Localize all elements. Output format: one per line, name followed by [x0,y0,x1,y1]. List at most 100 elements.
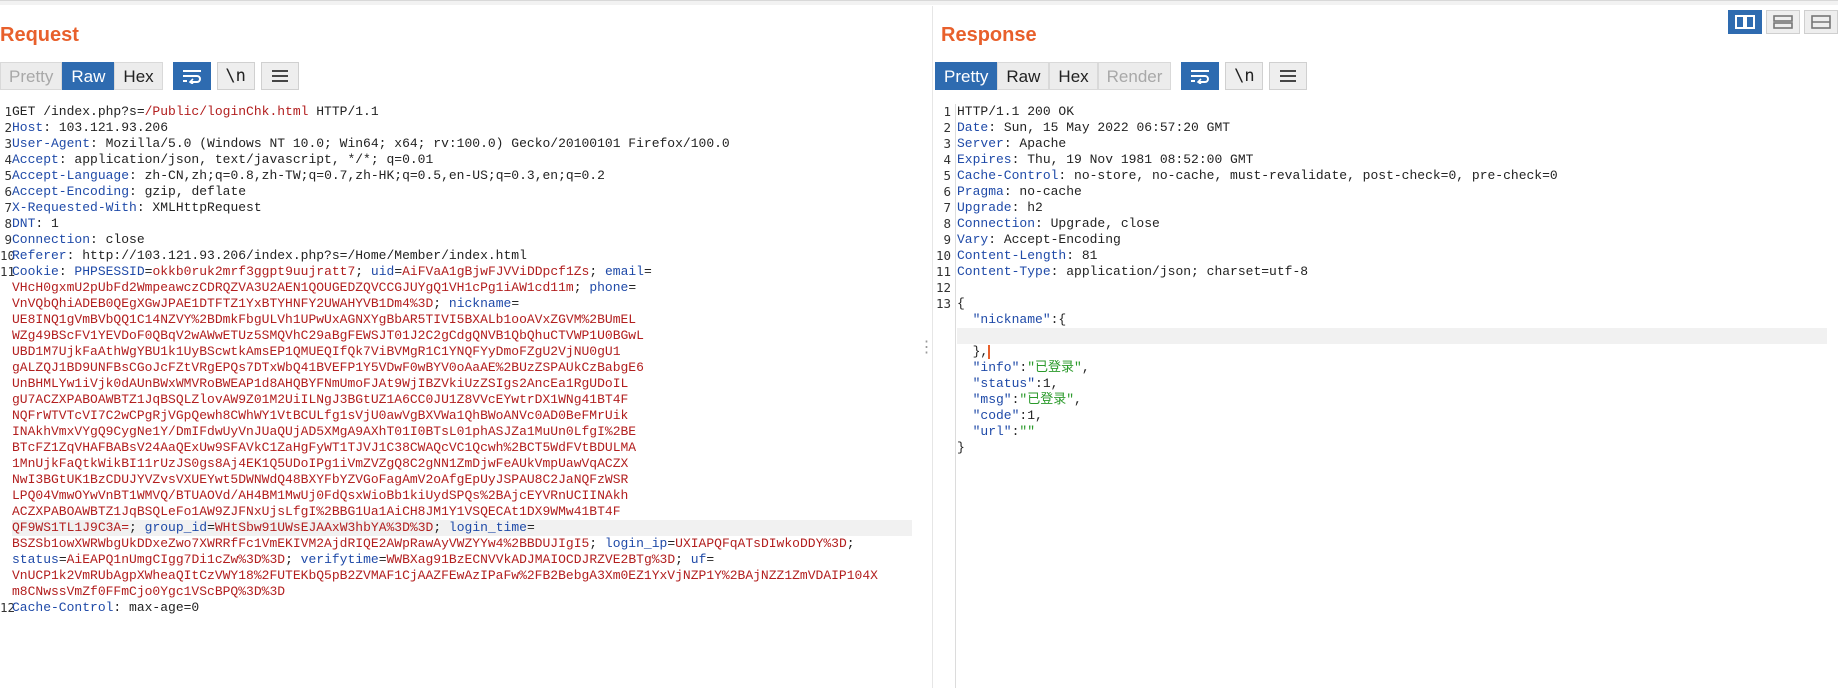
code-line: Host: 103.121.93.206 [12,120,912,136]
code-token: ; [355,264,371,279]
code-token: Content-Length [957,248,1067,263]
code-token: = [394,264,403,279]
code-token: : 103.121.93.206 [43,120,169,135]
line-number: 12 [935,280,951,295]
code-token: ; [589,536,605,551]
code-token: : http://103.121.93.206/index.php?s=/Hom… [66,248,527,263]
code-line: { [957,296,1827,312]
code-token: : Accept-Encoding [988,232,1121,247]
response-body[interactable]: HTTP/1.1 200 OK Date: Sun, 15 May 2022 06… [957,104,1827,456]
code-token: VHcH0gxmU2pUbFd2WmpeawczCDRQZVA3U2AEN1QO… [12,280,574,295]
response-tab-hex[interactable]: Hex [1049,62,1098,90]
code-line: ACZXPABOAWBTZ1JqBSQLeFo1AW9ZJFNxUjsLfgI%… [12,504,912,520]
wrap-lines-icon[interactable] [1181,62,1220,90]
code-token: Date [957,120,989,135]
code-token: login_time [448,520,527,535]
code-token: Server [957,136,1004,151]
code-token: "url" [957,424,1012,439]
line-number: 10 [0,248,16,263]
code-token: phone [589,280,629,295]
pane-resize-handle[interactable]: ⋮ [919,6,935,688]
code-token: : no-store, no-cache, must-revalidate, p… [1058,168,1558,183]
code-line: Vary: Accept-Encoding [957,232,1827,248]
code-token: login_ip [604,536,668,551]
request-tab-raw[interactable]: Raw [62,62,115,90]
line-number: 10 [935,248,951,263]
code-token: UXIAPQFqATsDIwkoDDY%3D [675,536,847,551]
code-line: NwI3BGtUK1BzCDUJYVZvsVXUEYwt5DWNWdQ48BXY… [12,472,912,488]
request-tab-pretty[interactable]: Pretty [0,62,63,90]
request-editor[interactable]: 1 2 3 4 5 6 7 8 9 10 11 12 GET /index.php?s=/Public… [0,104,920,688]
code-line: } [957,440,1827,456]
code-token: = [643,264,652,279]
code-token: INAkhVmxVYgQ9CygNe1Y/DmIFdwUyVnJUaQUjAD5… [12,424,637,439]
hamburger-menu-icon[interactable] [260,62,299,90]
code-token: Cache-Control [957,168,1059,183]
code-token: : zh-CN,zh;q=0.8,zh-TW;q=0.7,zh-HK;q=0.5… [129,168,605,183]
code-line: HTTP/1.1 200 OK [957,104,1827,120]
code-token: Pragma [957,184,1004,199]
code-line: LPQ04VmwOYwVnBT1WMVQ/BTUAOVd/AH4BM1MwUj0… [12,488,912,504]
code-line: INAkhVmxVYgQ9CygNe1Y/DmIFdwUyVnJUaQUjAD5… [12,424,912,440]
code-line: QF9WS1TL1J9C3A=; group_id=WHtSbw91UWsEJA… [12,520,912,536]
code-token: "info" [957,360,1020,375]
code-line: Expires: Thu, 19 Nov 1981 08:52:00 GMT [957,152,1827,168]
code-token: , [1074,392,1082,407]
code-token: BTcFZ1ZqVHAFBABsV24AaQExUw9SFAVkC1ZaHgFy… [12,440,637,455]
request-tab-hex[interactable]: Hex [114,62,163,90]
code-token: okkb0ruk2mrf3ggpt9uujratt7 [152,264,356,279]
code-token: :1, [1035,376,1059,391]
code-line: gU7ACZXPABOAWBTZ1JqBSQLZlovAW9Z01M2UiILN… [12,392,912,408]
code-token: X-Requested-With [12,200,137,215]
code-line: "nickname":{ [957,312,1827,328]
hamburger-menu-icon[interactable] [1269,62,1308,90]
response-tab-pretty[interactable]: Pretty [935,62,998,90]
code-line: UnBHMLYw1iVjk0dAUnBWxWMVRoBWEAP1d8AHQBYF… [12,376,912,392]
code-line: X-Requested-With: XMLHttpRequest [12,200,912,216]
code-token: Cookie [12,264,59,279]
code-line: UE8INQ1gVmBVbQQ1C14NZVY%2BDmkFbgULVh1UPw… [12,312,912,328]
wrap-lines-icon[interactable] [172,62,211,90]
code-token: WZg49BScFV1YEVDoF0QBqV2wAWwETUz5SMQVhC29… [12,328,644,343]
response-tab-raw[interactable]: Raw [997,62,1050,90]
line-number: 4 [943,152,951,167]
code-token: : 81 [1066,248,1098,263]
code-token: : no-cache [1003,184,1082,199]
newline-toggle-icon[interactable]: \n [216,62,255,90]
response-tab-render[interactable]: Render [1097,62,1172,90]
code-line: gALZQJ1BD9UNFBsCGoJcFZtVRgEPQs7DTxWbQ41B… [12,360,912,376]
response-editor[interactable]: 1 2 3 4 5 6 7 8 9 10 11 12 13 HTTP/1.1 200 OK Date: S… [933,104,1838,688]
line-number: 6 [4,184,12,199]
code-line: BTcFZ1ZqVHAFBABsV24AaQExUw9SFAVkC1ZaHgFy… [12,440,912,456]
code-token: status [12,552,59,567]
code-token: = [628,280,637,295]
line-number: 8 [4,216,12,231]
code-token: = [526,520,535,535]
code-line: VHcH0gxmU2pUbFd2WmpeawczCDRQZVA3U2AEN1QO… [12,280,912,296]
newline-toggle-icon[interactable]: \n [1225,62,1264,90]
line-number: 7 [4,200,12,215]
code-line: Cache-Control: no-store, no-cache, must-… [957,168,1827,184]
line-number: 5 [943,168,951,183]
code-token: "code" [957,408,1020,423]
code-line: UBD1M7UjkFaAthWgYBU1k1UyBScwtkAmsEP1QMUE… [12,344,912,360]
code-token: ; [433,296,449,311]
code-token: : max-age=0 [113,600,200,615]
request-toolbar: Pretty Raw Hex \n [0,62,305,90]
code-token: verifytime [300,552,379,567]
line-number: 3 [4,136,12,151]
line-number: 1 [943,104,951,119]
code-token: ; [129,520,145,535]
code-token: : XMLHttpRequest [136,200,262,215]
code-token: = [58,552,67,567]
code-line: GET /index.php?s=/Public/loginChk.html H… [12,104,912,120]
code-token: DNT [12,216,36,231]
code-line: VnUCP1k2VmRUbAgpXWheaQItCzVWY18%2FUTEKbQ… [12,568,912,584]
code-line: }, [957,344,1827,360]
code-line: Cookie: PHPSESSID = okkb0ruk2mrf3ggpt9uujr… [12,264,912,280]
code-line: "url":"" [957,424,1827,440]
request-body[interactable]: GET /index.php?s=/Public/loginChk.html H… [12,104,912,616]
response-pane: Response Pretty Raw Hex Render \n 123456… [932,6,1838,688]
code-token: uf [690,552,707,567]
code-line [957,328,1827,344]
